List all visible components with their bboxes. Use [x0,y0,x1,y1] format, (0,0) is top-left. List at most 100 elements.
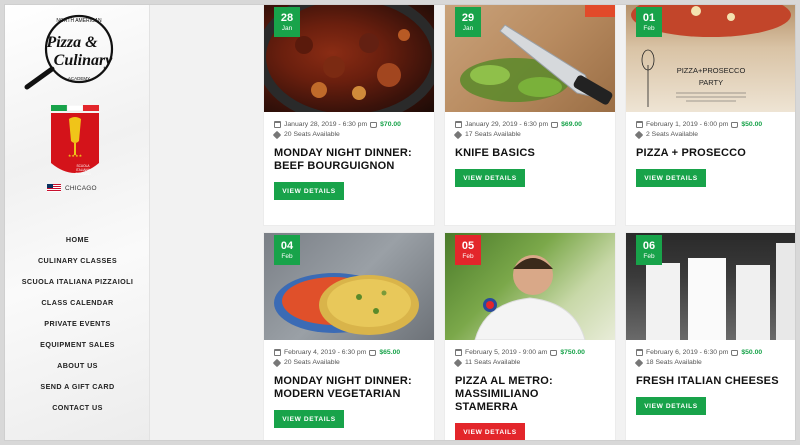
sidebar: NORTH AMERICAN Pizza & Culinary ACADEMY … [5,5,150,440]
event-title[interactable]: PIZZA + PROSECCO [626,147,795,160]
nav-send-gift-card[interactable]: SEND A GIFT CARD [5,376,150,397]
event-day: 04 [280,239,294,252]
event-seats: 11 Seats Available [465,359,521,366]
event-date-badge: 29 Jan [455,7,481,37]
poster-title: PIZZA+PROSECCO [677,66,746,75]
event-title-line-1: PIZZA AL METRO: [455,375,553,387]
event-price: $50.00 [741,349,763,356]
logo-top-text: NORTH AMERICAN [56,18,102,24]
calendar-icon [636,121,643,128]
us-flag-icon [47,184,61,192]
event-seats: 18 Seats Available [646,359,702,366]
nav-equipment-sales[interactable]: EQUIPMENT SALES [5,334,150,355]
basket-icon [550,349,558,356]
event-image-fresh-italian-cheeses[interactable]: 06 Feb [626,233,795,340]
city-name: CHICAGO [65,184,97,192]
event-datetime: January 29, 2019 - 6:30 pm [465,121,549,128]
tag-icon [634,358,644,367]
view-details-button[interactable]: VIEW DETAILS [636,169,706,187]
tag-icon [453,358,463,367]
event-title[interactable]: MONDAY NIGHT DINNER: MODERN VEGETARIAN [264,375,434,401]
event-title-line-2: MODERN VEGETARIAN [274,388,401,400]
event-seats: 17 Seats Available [465,131,521,138]
nav-class-calendar[interactable]: CLASS CALENDAR [5,292,150,313]
event-price: $69.00 [561,121,582,128]
browser-viewport: NORTH AMERICAN Pizza & Culinary ACADEMY … [4,4,796,441]
event-title[interactable]: PIZZA AL METRO: MASSIMILIANO STAMERRA [445,375,615,414]
academy-logo[interactable]: NORTH AMERICAN Pizza & Culinary ACADEMY [17,11,137,93]
event-meta: February 5, 2019 - 9:00 am $750.00 [445,349,615,356]
event-datetime: February 1, 2019 - 6:00 pm [646,121,729,128]
event-day: 01 [642,11,656,24]
event-date-badge: 28 Jan [274,7,300,37]
event-image-pizza-al-metro[interactable]: 05 Feb [445,233,615,340]
event-day: 29 [461,11,475,24]
event-seats-row: 11 Seats Available [445,358,615,367]
event-datetime: January 28, 2019 - 6:30 pm [284,121,368,128]
poster-subtitle: PARTY [699,78,723,87]
view-details-button[interactable]: VIEW DETAILS [274,182,344,200]
event-datetime: February 5, 2019 - 9:00 am [465,349,548,356]
event-seats-row: 17 Seats Available [445,130,615,139]
nav-contact-us[interactable]: CONTACT US [5,397,150,418]
event-image-pizza-prosecco[interactable]: PIZZA+PROSECCO PARTY 01 Feb [626,5,795,112]
event-seats: 20 Seats Available [284,131,340,138]
shield-icon: ★★★★ SCUOLA ITALIANA PIZZAIOLI [51,104,99,176]
event-price: $50.00 [741,121,763,128]
event-month: Feb [643,24,655,32]
view-details-button[interactable]: VIEW DETAILS [274,410,344,428]
event-day: 05 [461,239,475,252]
basket-icon [551,121,559,128]
event-card: 05 Feb February 5, 2019 - 9:00 am $750.0… [445,233,615,440]
event-card: 29 Jan January 29, 2019 - 6:30 pm $69.00… [445,5,615,225]
event-title-line-2: MASSIMILIANO STAMERRA [455,388,539,413]
view-details-button[interactable]: VIEW DETAILS [455,169,525,187]
logo-bottom-text: ACADEMY [68,76,90,81]
basket-icon [369,349,377,356]
event-price: $70.00 [380,121,401,128]
tag-icon [272,358,282,367]
event-title-line-1: PIZZA + PROSECCO [636,147,747,159]
event-day: 28 [280,11,294,24]
event-title[interactable]: KNIFE BASICS [445,147,615,160]
event-date-badge: 04 Feb [274,235,300,265]
main-navigation: HOME CULINARY CLASSES SCUOLA ITALIANA PI… [5,229,150,418]
event-title[interactable]: MONDAY NIGHT DINNER: BEEF BOURGUIGNON [264,147,434,173]
event-date-badge: 06 Feb [636,235,662,265]
event-seats-row: 20 Seats Available [264,130,434,139]
event-image-knife-basics[interactable]: 29 Jan [445,5,615,112]
svg-text:PIZZAIOLI: PIZZAIOLI [75,172,90,176]
calendar-icon [455,121,462,128]
event-image-modern-vegetarian[interactable]: 04 Feb [264,233,434,340]
event-title-line-2: BEEF BOURGUIGNON [274,160,395,172]
event-card: 04 Feb February 4, 2019 - 6:30 pm $65.00… [264,233,434,440]
event-title-line-1: MONDAY NIGHT DINNER: [274,147,412,159]
event-seats-row: 18 Seats Available [626,358,795,367]
view-details-button[interactable]: VIEW DETAILS [455,423,525,440]
basket-icon [731,121,739,128]
calendar-icon [274,121,281,128]
scuola-italiana-badge[interactable]: ★★★★ SCUOLA ITALIANA PIZZAIOLI [49,104,101,183]
tag-icon [453,130,463,139]
event-title[interactable]: FRESH ITALIAN CHEESES [626,375,795,388]
calendar-icon [274,349,281,356]
nav-private-events[interactable]: PRIVATE EVENTS [5,313,150,334]
nav-scuola-italiana-pizzaioli[interactable]: SCUOLA ITALIANA PIZZAIOLI [5,271,150,292]
event-month: Feb [281,252,293,260]
nav-home[interactable]: HOME [5,229,150,250]
event-meta: February 6, 2019 - 6:30 pm $50.00 [626,349,795,356]
event-seats-row: 20 Seats Available [264,358,434,367]
event-meta: January 28, 2019 - 6:30 pm $70.00 [264,121,434,128]
event-card: 28 Jan January 28, 2019 - 6:30 pm $70.00… [264,5,434,225]
event-title-line-1: KNIFE BASICS [455,147,536,159]
event-datetime: February 4, 2019 - 6:30 pm [284,349,367,356]
event-datetime: February 6, 2019 - 6:30 pm [646,349,729,356]
nav-about-us[interactable]: ABOUT US [5,355,150,376]
view-details-button[interactable]: VIEW DETAILS [636,397,706,415]
event-seats: 2 Seats Available [646,131,699,138]
tag-icon [272,130,282,139]
nav-culinary-classes[interactable]: CULINARY CLASSES [5,250,150,271]
event-month: Feb [462,252,474,260]
event-image-beef-bourguignon[interactable]: 28 Jan [264,5,434,112]
event-month: Jan [281,24,293,32]
